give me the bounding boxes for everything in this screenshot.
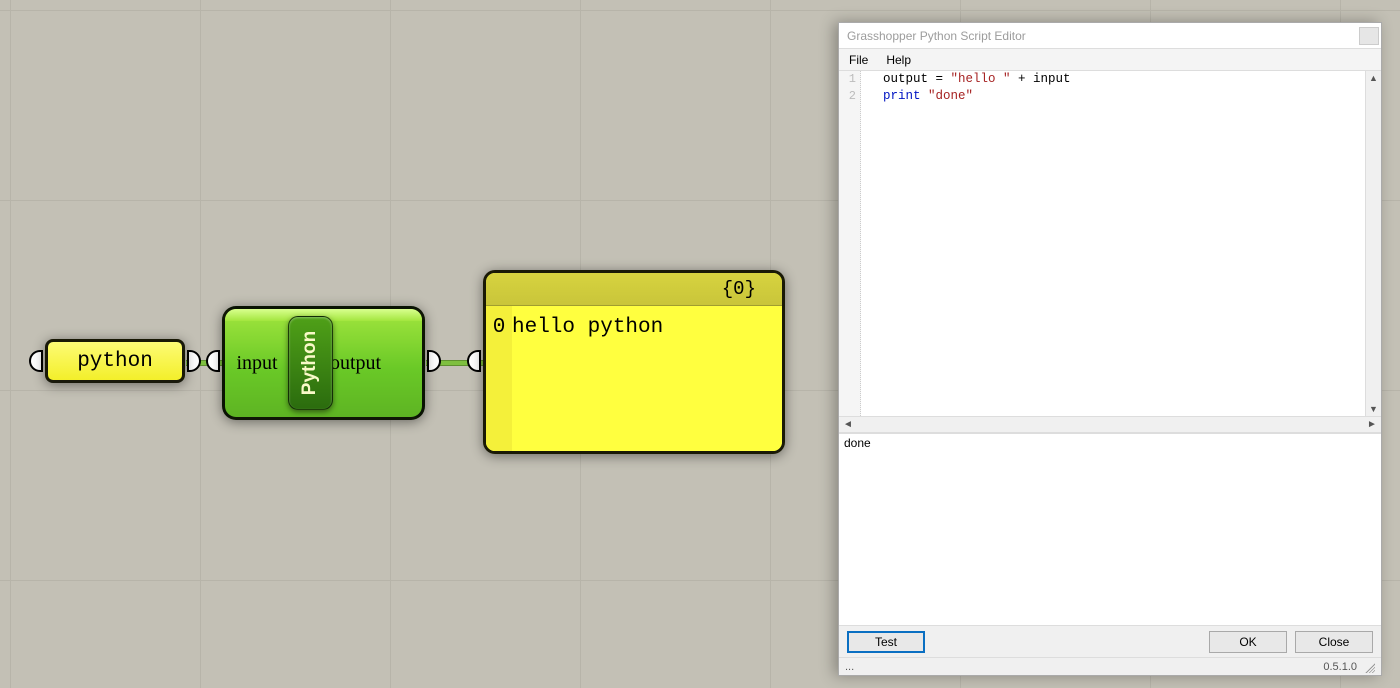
menu-file[interactable]: File [849, 53, 868, 67]
canvas[interactable]: python input output Python {0} 0 hello p… [0, 0, 1400, 688]
output-panel-row: 0 hello python [486, 314, 782, 342]
console-output-text: done [844, 436, 871, 450]
grip-node3-in[interactable] [467, 350, 481, 372]
scroll-right-icon[interactable]: ► [1366, 419, 1378, 430]
ok-button[interactable]: OK [1209, 631, 1287, 653]
test-button[interactable]: Test [847, 631, 925, 653]
code-horizontal-scrollbar[interactable]: ◄ ► [839, 416, 1381, 432]
close-button[interactable]: Close [1295, 631, 1373, 653]
status-version: 0.5.1.0 [1323, 661, 1357, 673]
menu-help[interactable]: Help [886, 53, 911, 67]
line-number-2: 2 [839, 88, 860, 105]
code-vertical-scrollbar[interactable]: ▲ ▼ [1365, 71, 1381, 416]
editor-button-bar: Test OK Close [839, 625, 1381, 657]
editor-titlebar[interactable]: Grasshopper Python Script Editor [839, 23, 1381, 49]
editor-console[interactable]: done [839, 433, 1381, 625]
grip-node1-out[interactable] [187, 350, 201, 372]
script-editor-window[interactable]: Grasshopper Python Script Editor File He… [838, 22, 1382, 676]
text-panel-node[interactable]: python [45, 339, 185, 383]
scroll-left-icon[interactable]: ◄ [842, 419, 854, 430]
code-editor[interactable]: 1 2 output = "hello " + input print "don… [839, 71, 1381, 433]
editor-title: Grasshopper Python Script Editor [847, 29, 1359, 43]
text-panel-label: python [77, 350, 153, 373]
python-component-core-label: Python [300, 331, 322, 395]
output-panel-node[interactable]: {0} 0 hello python [483, 270, 785, 454]
output-panel-header: {0} [486, 273, 782, 306]
python-input-label[interactable]: input [225, 309, 289, 417]
grip-node2-in[interactable] [206, 350, 220, 372]
scroll-down-icon[interactable]: ▼ [1369, 404, 1378, 414]
line-number-1: 1 [839, 71, 860, 88]
scroll-up-icon[interactable]: ▲ [1369, 73, 1378, 83]
editor-menubar: File Help [839, 49, 1381, 71]
code-text[interactable]: output = "hello " + input print "done" [883, 71, 1365, 416]
python-component-core[interactable]: Python [288, 316, 333, 410]
output-panel-row-index: 0 [486, 314, 512, 342]
status-left: ... [845, 661, 854, 673]
close-icon[interactable] [1359, 27, 1379, 45]
grip-node2-out[interactable] [427, 350, 441, 372]
resize-grip-icon[interactable] [1363, 661, 1375, 673]
output-panel-row-text: hello python [512, 314, 663, 342]
editor-status-bar: ... 0.5.1.0 [839, 657, 1381, 675]
grip-node1-in[interactable] [29, 350, 43, 372]
code-gutter: 1 2 [839, 71, 861, 416]
